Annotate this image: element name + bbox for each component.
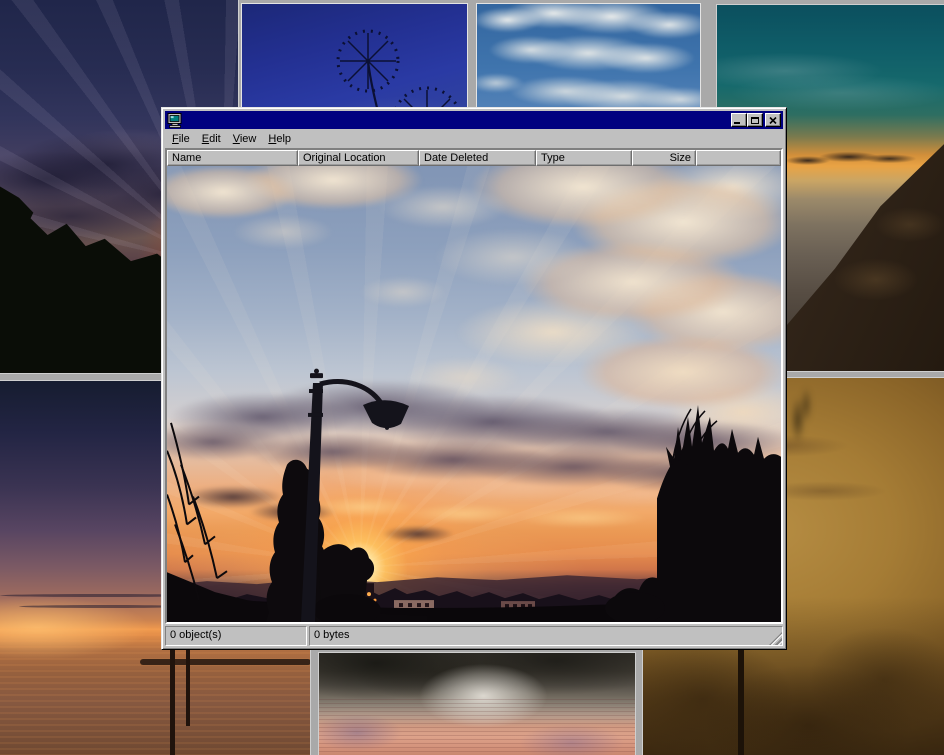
computer-icon[interactable]	[167, 113, 183, 128]
minimize-button[interactable]	[731, 113, 747, 127]
status-bar: 0 object(s) 0 bytes	[165, 626, 783, 646]
column-header-row: Name Original Location Date Deleted Type…	[167, 150, 781, 166]
column-header-filler[interactable]	[696, 150, 781, 166]
menu-bar: File Edit View Help	[165, 129, 783, 148]
status-object-count: 0 object(s)	[165, 626, 307, 646]
maximize-button[interactable]	[747, 113, 763, 127]
shoreline	[140, 659, 311, 665]
blurred-tree-silhouette	[781, 380, 823, 480]
menu-help[interactable]: Help	[262, 131, 297, 147]
lake-pole	[170, 646, 175, 755]
water-ripples	[319, 699, 635, 755]
titlebar-buttons	[731, 113, 781, 127]
cypress-silhouette	[266, 460, 330, 622]
listview-background-sunset-photo	[167, 166, 781, 622]
column-header-type[interactable]: Type	[536, 150, 632, 166]
recycle-bin-window: File Edit View Help Name Original Locati…	[161, 107, 787, 650]
wallpaper-photo-water-reflection	[318, 652, 636, 755]
lamp-head	[363, 400, 409, 428]
desktop: { "window": { "title": "", "menu": { "it…	[0, 0, 944, 755]
column-header-date-deleted[interactable]: Date Deleted	[419, 150, 536, 166]
close-button[interactable]	[765, 113, 781, 127]
close-icon	[769, 117, 777, 124]
window-titlebar[interactable]	[165, 111, 783, 129]
column-header-size[interactable]: Size	[632, 150, 696, 166]
lake-pole	[186, 646, 190, 726]
menu-view[interactable]: View	[227, 131, 263, 147]
column-header-original-location[interactable]: Original Location	[298, 150, 419, 166]
right-trees-silhouette	[605, 405, 781, 622]
list-view: Name Original Location Date Deleted Type…	[165, 148, 783, 624]
silhouette-layer	[167, 166, 781, 622]
column-header-name[interactable]: Name	[167, 150, 298, 166]
grass-silhouette	[167, 423, 227, 600]
menu-edit[interactable]: Edit	[196, 131, 227, 147]
status-byte-count: 0 bytes	[309, 626, 783, 646]
maximize-icon	[751, 117, 759, 124]
minimize-icon	[734, 122, 740, 124]
menu-file[interactable]: File	[166, 131, 196, 147]
